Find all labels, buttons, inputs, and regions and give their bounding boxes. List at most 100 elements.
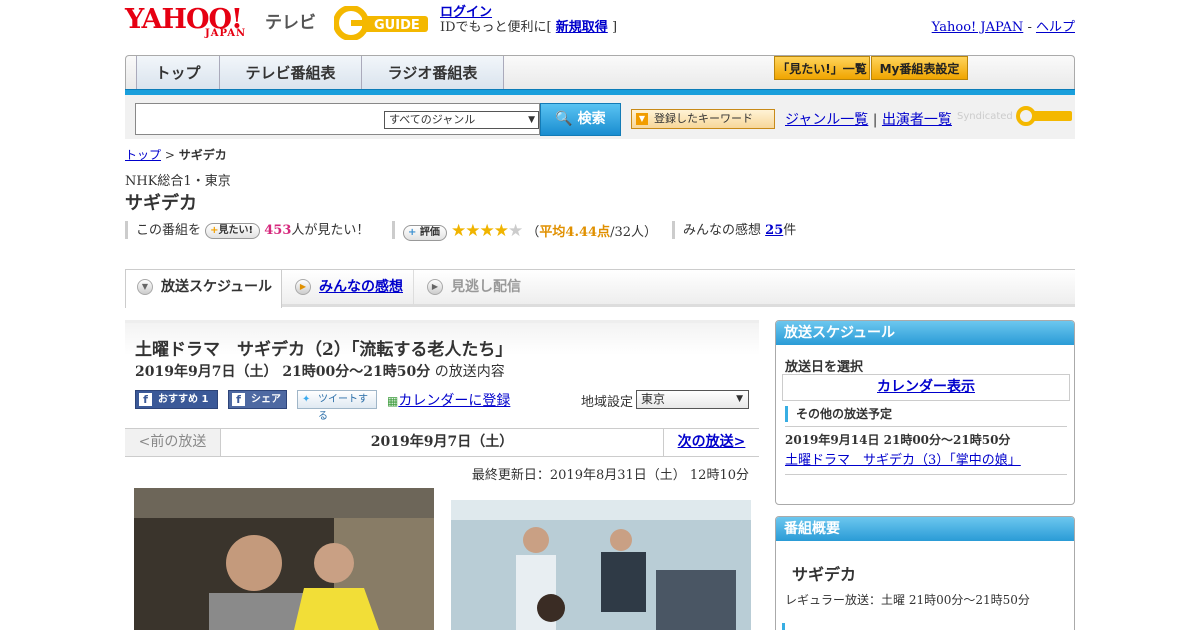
nav-tab-tv-schedule[interactable]: テレビ番組表 <box>220 56 362 90</box>
chevron-down-icon: ▼ <box>736 394 743 404</box>
stats-divider <box>392 221 395 239</box>
rating-button-label: 評価 <box>419 226 440 238</box>
breadcrumb-top-link[interactable]: トップ <box>125 148 161 162</box>
calendar-register: ▦カレンダーに登録 <box>387 390 510 410</box>
region-select-value: 東京 <box>641 392 666 406</box>
want-suffix: 人が見たい！ <box>291 223 370 238</box>
episode-datetime: 2019年9月7日（土） 21時00分～21時50分 <box>135 364 431 380</box>
tab-label: 放送スケジュール <box>161 279 273 295</box>
episode-photo <box>134 488 434 630</box>
login-prefix: IDでもっと便利に[ <box>440 20 552 35</box>
breadcrumb: トップ > サギデカ <box>125 146 227 163</box>
star-empty-icon: ★ <box>508 221 523 241</box>
play-icon: ▶ <box>295 279 311 295</box>
facebook-icon: f <box>139 393 152 406</box>
want-group: この番組を +見たい! 453人が見たい！ <box>136 221 369 241</box>
mitai-list-button[interactable]: 「見たい!」一覧 <box>774 56 870 80</box>
register-link[interactable]: 新規取得 <box>556 20 608 35</box>
next-broadcast-link[interactable]: 次の放送> <box>664 429 759 456</box>
impressions-label: みんなの感想 <box>683 223 762 238</box>
syndicated-label: Syndicated <box>957 111 1013 122</box>
nav-tab-radio-schedule[interactable]: ラジオ番組表 <box>362 56 504 90</box>
rating-stars: ★★★★★ <box>451 221 523 241</box>
rating-close: ） <box>644 225 658 240</box>
impressions-count-link[interactable]: 25 <box>765 223 783 238</box>
breadcrumb-separator: > <box>164 148 175 162</box>
star-icon: ★ <box>451 221 466 241</box>
login-link[interactable]: ログイン <box>440 5 492 20</box>
gguide-logo-text: GUIDE <box>374 18 420 33</box>
chevron-down-icon: ▼ <box>636 113 648 125</box>
mitai-button[interactable]: +見たい! <box>205 222 261 239</box>
tv-label[interactable]: テレビ <box>265 8 316 33</box>
search-button-label: 検索 <box>577 111 606 127</box>
calendar-button-label: カレンダー表示 <box>877 379 975 395</box>
facebook-recommend-label: おすすめ 1 <box>158 394 209 405</box>
rating-open: （ <box>526 225 540 240</box>
overview-title: サギデカ <box>792 565 857 584</box>
broadcast-pager: <前の放送 2019年9月7日（土） 次の放送> <box>125 428 759 457</box>
search-links: ジャンル一覧 | 出演者一覧 <box>785 109 952 129</box>
top-right-links: Yahoo! JAPAN - ヘルプ <box>932 16 1075 35</box>
other-broadcast-date: 2019年9月14日 21時00分～21時50分 <box>785 433 1011 447</box>
search-button[interactable]: 🔍 検索 <box>540 103 621 136</box>
nav-tab-top[interactable]: トップ <box>136 56 220 90</box>
play-icon: ▶ <box>427 279 443 295</box>
my-schedule-button[interactable]: My番組表設定 <box>871 56 968 80</box>
genre-select[interactable]: すべてのジャンル ▼ <box>384 111 539 129</box>
breadcrumb-current: サギデカ <box>178 148 227 162</box>
current-broadcast-date: 2019年9月7日（土） <box>220 429 664 456</box>
program-title: サギデカ <box>125 193 197 214</box>
episode-box: 土曜ドラマ サギデカ（2）「流転する老人たち」 2019年9月7日（土） 21時… <box>125 320 759 430</box>
divider <box>785 426 1067 427</box>
facebook-share-button[interactable]: f シェア <box>228 390 287 409</box>
calendar-plus-icon: ▦ <box>387 394 399 408</box>
tab-label: みんなの感想 <box>319 279 403 295</box>
other-broadcasts-label: その他の放送予定 <box>785 406 892 422</box>
gguide-logo[interactable]: GUIDE <box>333 5 432 41</box>
overview-panel: 番組概要 サギデカ レギュラー放送：土曜 21時00分～21時50分 <box>775 516 1075 630</box>
overview-panel-header: 番組概要 <box>776 517 1074 541</box>
yahoo-japan-link[interactable]: Yahoo! JAPAN <box>932 20 1024 35</box>
facebook-icon: f <box>232 393 245 406</box>
syndicated-gguide-logo: Syndicated <box>957 105 1072 127</box>
tab-impressions[interactable]: ▶ みんなの感想 <box>284 270 414 306</box>
tab-catchup[interactable]: ▶ 見逃し配信 <box>416 270 536 306</box>
genre-select-value: すべてのジャンル <box>389 113 476 126</box>
tab-schedule[interactable]: ▼ 放送スケジュール <box>125 270 282 308</box>
search-bar: すべてのジャンル ▼ 🔍 検索 ▼ 登録したキーワード ジャンル一覧 | 出演者… <box>125 95 1075 139</box>
twitter-bird-icon: ✦ <box>302 394 311 405</box>
star-icon: ★ <box>479 221 495 241</box>
tweet-button[interactable]: ✦ ツイートする <box>297 390 377 422</box>
schedule-panel-header: 放送スケジュール <box>776 321 1074 345</box>
search-link-separator: | <box>872 112 878 128</box>
yahoo-japan-logo[interactable]: YAHOO! JAPAN <box>125 6 245 42</box>
stats-divider <box>125 221 128 239</box>
facebook-recommend-button[interactable]: f おすすめ 1 <box>135 390 218 409</box>
episode-photo-image <box>134 488 434 630</box>
last-updated: 最終更新日：2019年8月31日（土） 12時10分 <box>471 468 749 483</box>
registered-keyword-button[interactable]: ▼ 登録したキーワード <box>631 109 775 129</box>
genre-list-link[interactable]: ジャンル一覧 <box>785 112 868 128</box>
section-marker <box>782 623 785 630</box>
login-area: ログイン IDでもっと便利に[ 新規取得 ] <box>440 5 617 35</box>
login-suffix: ] <box>611 20 618 35</box>
star-icon: ★ <box>465 221 480 241</box>
calendar-button[interactable]: カレンダー表示 <box>782 374 1070 401</box>
japan-logo-text: JAPAN <box>205 28 247 39</box>
divider <box>785 474 1067 475</box>
tweet-label: ツイートする <box>318 394 368 422</box>
cast-list-link[interactable]: 出演者一覧 <box>882 112 952 128</box>
episode-title: 土曜ドラマ サギデカ（2）「流転する老人たち」 <box>135 340 513 360</box>
help-link[interactable]: ヘルプ <box>1036 20 1075 35</box>
tab-label: 見逃し配信 <box>451 279 521 295</box>
program-tabs: ▼ 放送スケジュール ▶ みんなの感想 ▶ 見逃し配信 <box>125 269 1075 308</box>
impressions-suffix: 件 <box>783 223 797 238</box>
other-broadcast-link[interactable]: 土曜ドラマ サギデカ（3）「掌中の娘」 <box>785 449 1021 468</box>
regular-broadcast: レギュラー放送：土曜 21時00分～21時50分 <box>785 593 1030 607</box>
calendar-register-link[interactable]: カレンダーに登録 <box>398 393 510 409</box>
chevron-down-icon: ▼ <box>137 279 153 295</box>
region-select[interactable]: 東京 ▼ <box>636 390 749 409</box>
rating-button[interactable]: + 評価 <box>403 224 447 241</box>
rating-average: 平均4.44点 <box>539 225 611 240</box>
